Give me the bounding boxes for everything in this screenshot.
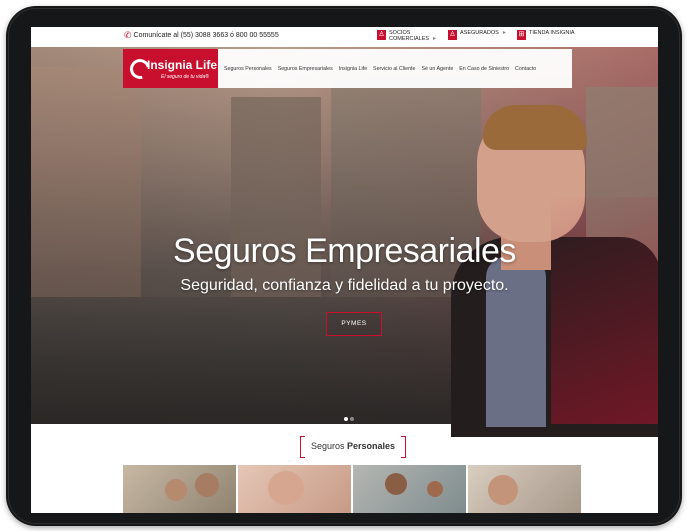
insignia-life-logo[interactable]: Insignia Life El seguro de tu vida®: [123, 49, 218, 88]
logo-name: Insignia Life: [147, 58, 218, 72]
asegurados-link[interactable]: ♙ ASEGURADOS ▸: [448, 30, 506, 40]
main-nav: Seguros Personales Seguros Empresariales…: [218, 49, 572, 88]
tienda-label: TIENDA INSIGNIA: [529, 30, 575, 36]
person-image: [195, 473, 219, 497]
socios-comerciales-link[interactable]: ♙ SOCIOS COMERCIALES ▸: [377, 30, 436, 42]
logo-tagline: El seguro de tu vida®: [161, 74, 209, 80]
nav-en-caso-de-siniestro[interactable]: En Caso de Siniestro: [459, 66, 509, 72]
section-title: Seguros Personales: [300, 436, 406, 458]
section-title-bold: Personales: [347, 441, 396, 451]
tablet-screen: ✆ Comunícate al (55) 3088 3663 ó 800 00 5…: [31, 27, 658, 513]
man-hair: [483, 105, 587, 150]
person-image: [165, 479, 187, 501]
hero-title: Seguros Empresariales: [173, 232, 516, 270]
phone-info[interactable]: ✆ Comunícate al (55) 3088 3663 ó 800 00 5…: [124, 30, 279, 41]
asegurados-label: ASEGURADOS: [460, 30, 499, 36]
user-icon: ♙: [377, 30, 386, 40]
person-image: [385, 473, 407, 495]
chevron-down-icon: ▸: [433, 36, 437, 42]
cart-icon: ⊞: [517, 30, 526, 40]
nav-insignia-life[interactable]: Insignia Life: [339, 66, 367, 72]
nav-seguros-personales[interactable]: Seguros Personales: [224, 66, 272, 72]
product-thumbnail[interactable]: [353, 465, 466, 513]
nav-seguros-empresariales[interactable]: Seguros Empresariales: [278, 66, 333, 72]
phone-text: Comunícate al (55) 3088 3663 ó 800 00 55…: [133, 32, 279, 39]
product-thumbnail[interactable]: [468, 465, 581, 513]
nav-servicio-al-cliente[interactable]: Servicio al Cliente: [373, 66, 415, 72]
person-image: [427, 481, 443, 497]
product-thumbnail[interactable]: [238, 465, 351, 513]
pymes-button[interactable]: PYMES: [326, 312, 382, 336]
slider-dot[interactable]: [350, 417, 354, 421]
product-thumbnail[interactable]: [123, 465, 236, 513]
section-title-plain: Seguros: [310, 441, 347, 451]
bracket-right: [401, 436, 406, 458]
user-icon: ♙: [448, 30, 457, 40]
person-image: [488, 475, 518, 505]
nav-se-un-agente[interactable]: Sé un Agente: [421, 66, 453, 72]
tienda-insignia-link[interactable]: ⊞ TIENDA INSIGNIA: [517, 30, 575, 40]
top-bar: ✆ Comunícate al (55) 3088 3663 ó 800 00 5…: [31, 27, 658, 47]
hero-subtitle: Seguridad, confianza y fidelidad a tu pr…: [180, 277, 509, 294]
person-image: [268, 471, 304, 505]
nav-contacto[interactable]: Contacto: [515, 66, 536, 72]
socios-label-2: COMERCIALES: [389, 36, 430, 42]
bracket-left: [300, 436, 305, 458]
slider-dot-active[interactable]: [344, 417, 348, 421]
chevron-down-icon: ▸: [502, 30, 506, 36]
slider-dots: [344, 408, 356, 426]
phone-icon: ✆: [124, 30, 132, 40]
